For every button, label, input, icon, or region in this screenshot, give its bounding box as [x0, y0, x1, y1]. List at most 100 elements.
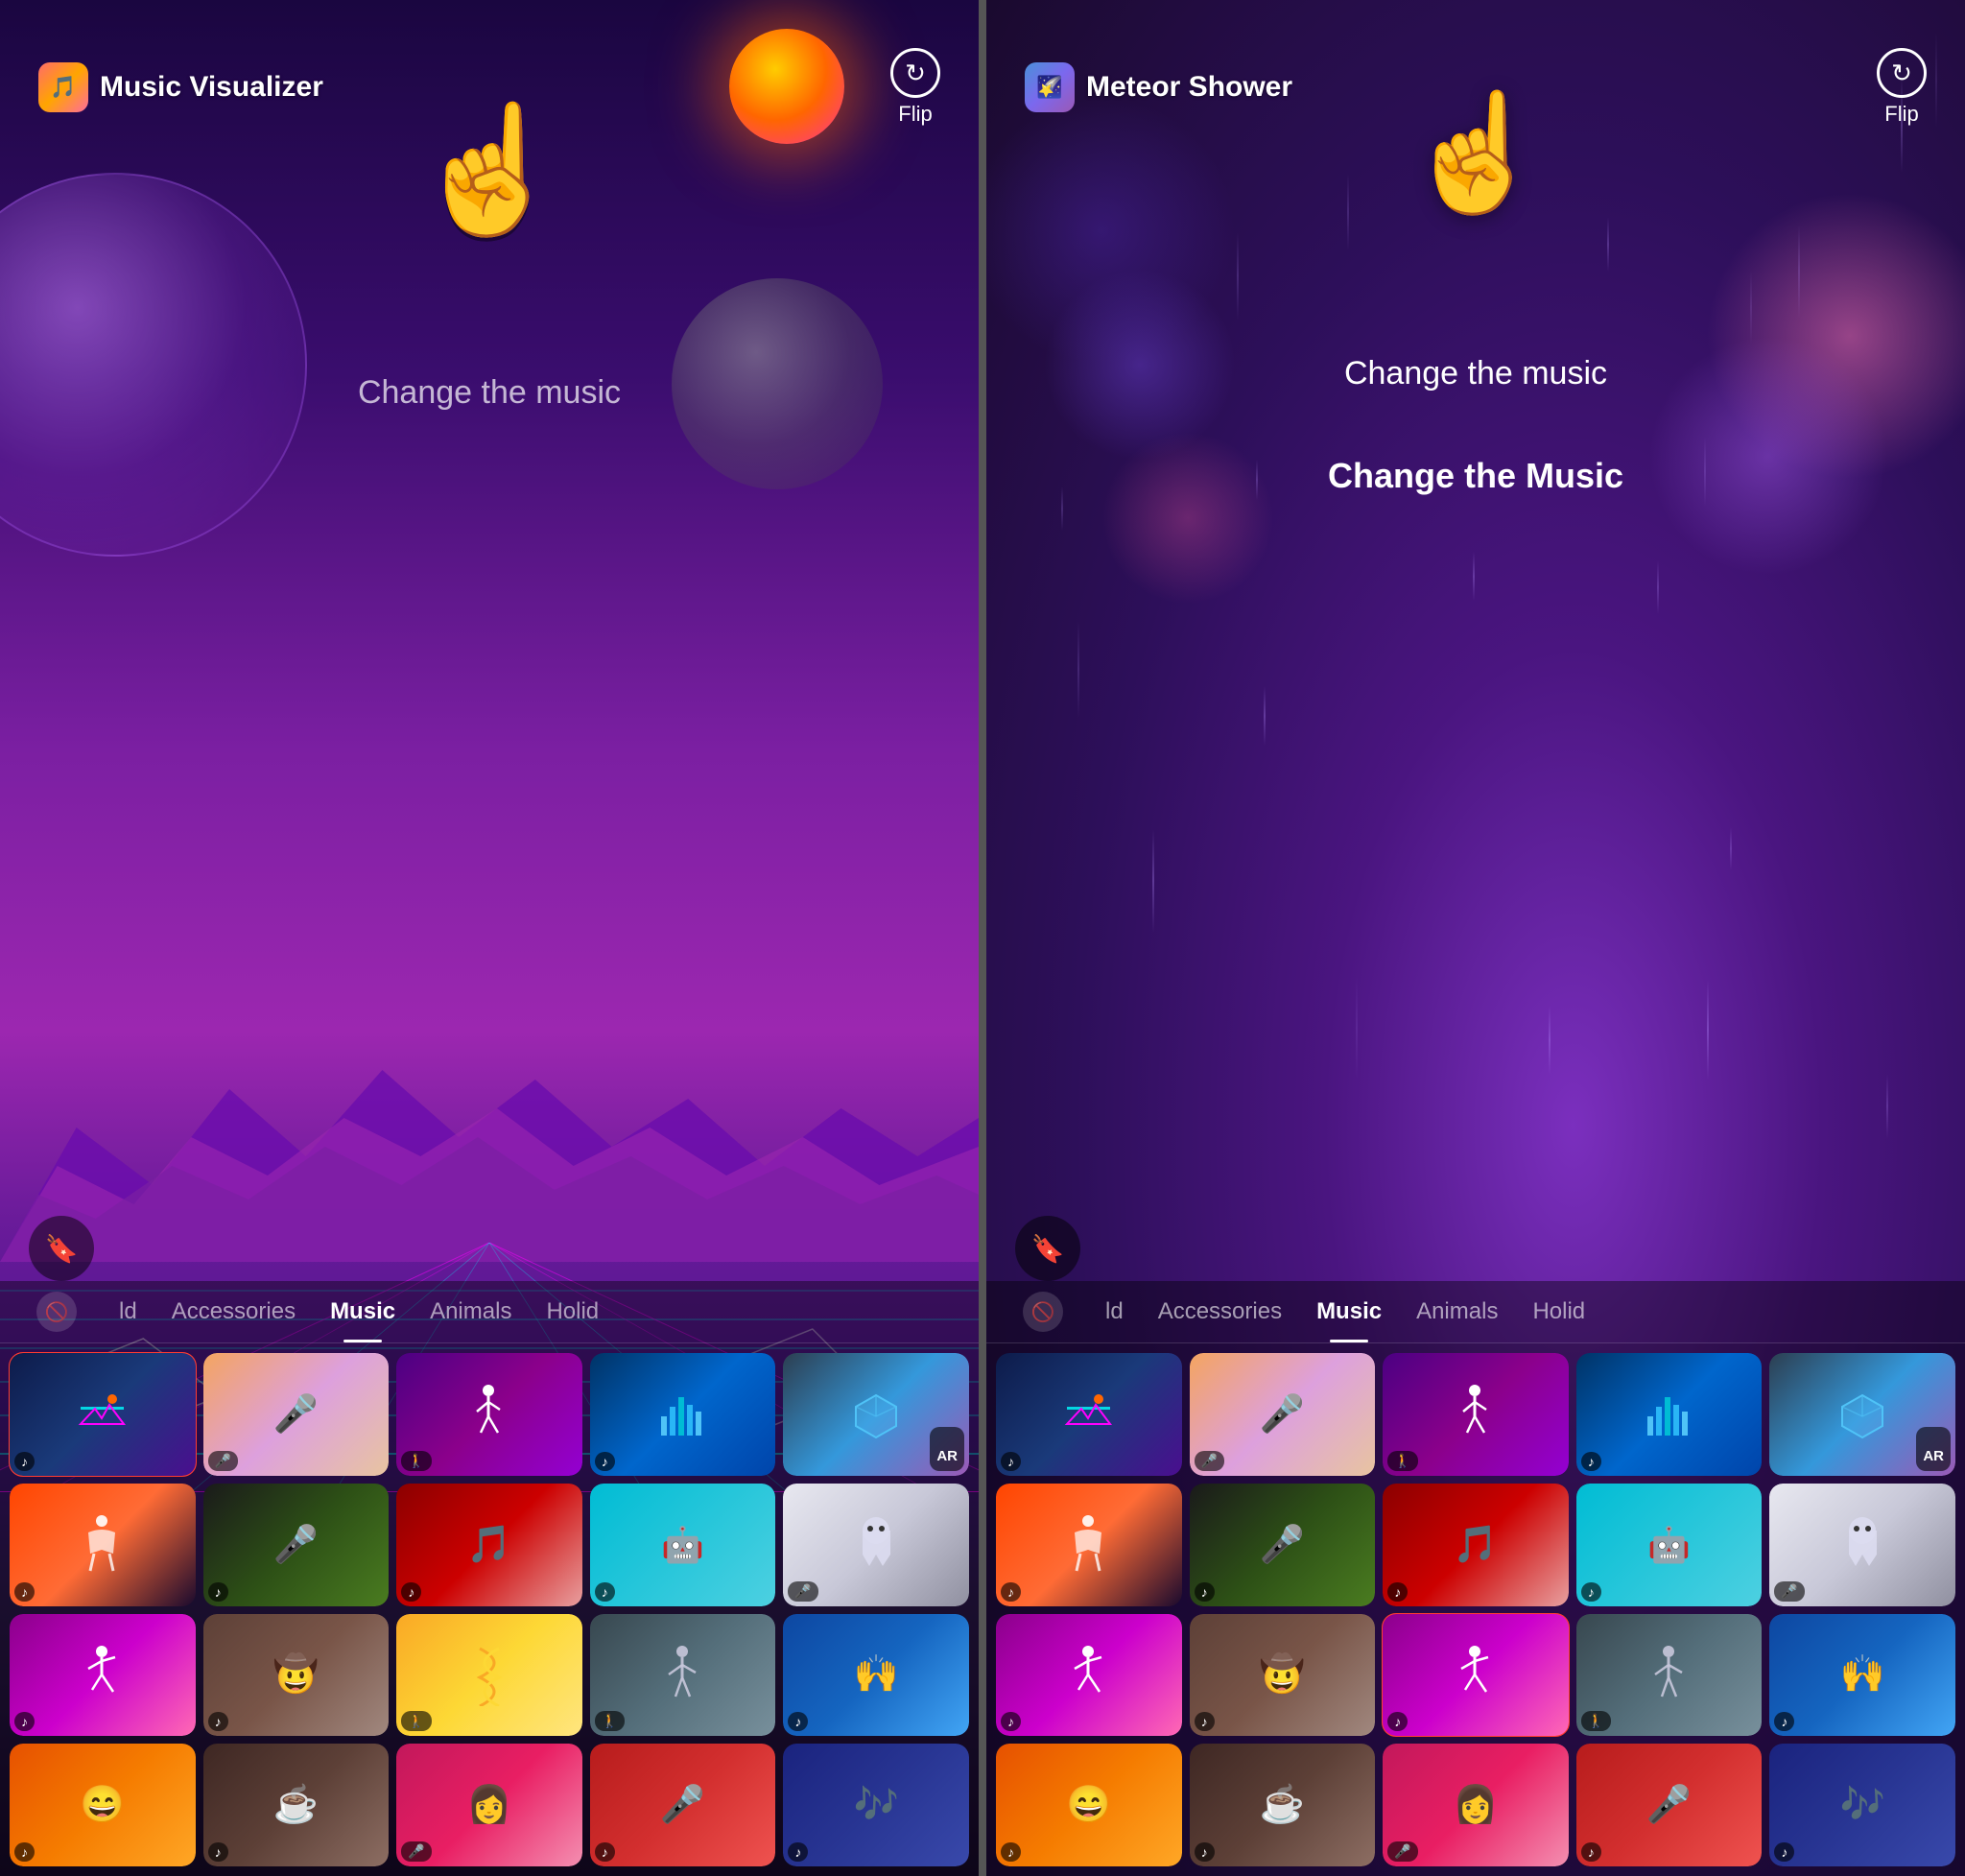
filter-item-meteor[interactable]: ♪ — [1383, 1614, 1569, 1737]
filter-item-vocal[interactable]: 🎤🎤 — [1190, 1353, 1376, 1476]
right-tab-world[interactable]: ld — [1088, 1281, 1141, 1342]
filter-thumb-cube: AR — [1769, 1353, 1955, 1476]
left-tab-music[interactable]: Music — [313, 1281, 413, 1342]
left-change-music: Change the music — [0, 374, 979, 412]
filter-badge-colormic: ♪ — [208, 1582, 228, 1602]
filter-item-musicnote[interactable]: 🎵♪ — [1383, 1484, 1569, 1606]
filter-item-dancer3[interactable]: 🚶 — [590, 1614, 776, 1737]
right-tab-accessories[interactable]: Accessories — [1141, 1281, 1299, 1342]
filter-badge-cowboy: ♪ — [208, 1712, 228, 1731]
filter-thumb-beats: ♪ — [1576, 1353, 1763, 1476]
filter-thumb-dancer3: 🚶 — [1576, 1614, 1763, 1737]
filter-item-colormic[interactable]: 🎤♪ — [203, 1484, 390, 1606]
filter-badge-dancing2: ♪ — [14, 1712, 35, 1731]
filter-item-reggaeton[interactable]: 🎤♪ — [590, 1744, 776, 1866]
filter-item-colormic[interactable]: 🎤♪ — [1190, 1484, 1376, 1606]
filter-item-silhouette[interactable]: ♪ — [10, 1484, 196, 1606]
right-filter-grid: ♪🎤🎤🚶♪AR♪🎤♪🎵♪🤖♪🎤♪🤠♪♪🚶🙌♪😄♪☕♪👩🎤🎤♪🎶♪ — [986, 1343, 1965, 1876]
right-tab-accessories-label: Accessories — [1158, 1298, 1282, 1325]
filter-item-mystery[interactable]: 🎶♪ — [1769, 1744, 1955, 1866]
filter-thumb-emojis: 😄♪ — [996, 1744, 1182, 1866]
filter-item-coffee[interactable]: ☕♪ — [1190, 1744, 1376, 1866]
right-change-music: Change the music — [986, 355, 1965, 392]
left-tab-accessories[interactable]: Accessories — [154, 1281, 313, 1342]
filter-item-pinkgirl[interactable]: 👩🎤 — [396, 1744, 582, 1866]
left-flip-icon: ↻ — [890, 48, 940, 98]
filter-item-dancing2[interactable]: ♪ — [996, 1614, 1182, 1737]
filter-item-coffee[interactable]: ☕♪ — [203, 1744, 390, 1866]
filter-item-mystery[interactable]: 🎶♪ — [783, 1744, 969, 1866]
filter-item-dancing2[interactable]: ♪ — [10, 1614, 196, 1737]
filter-thumb-vocal: 🎤🎤 — [1190, 1353, 1376, 1476]
filter-item-ghost[interactable]: 🎤 — [1769, 1484, 1955, 1606]
left-tab-holidays-label: Holid — [546, 1298, 599, 1325]
left-tab-holidays[interactable]: Holid — [529, 1281, 616, 1342]
filter-item-synthwave[interactable]: ♪ — [996, 1353, 1182, 1476]
right-tab-no-filter[interactable]: 🚫 — [1006, 1281, 1088, 1342]
filter-thumb-ghost: 🎤 — [1769, 1484, 1955, 1606]
left-tab-animals-label: Animals — [430, 1298, 511, 1325]
filter-item-cube[interactable]: AR — [1769, 1353, 1955, 1476]
filter-item-emojis[interactable]: 😄♪ — [996, 1744, 1182, 1866]
filter-item-emojis[interactable]: 😄♪ — [10, 1744, 196, 1866]
filter-item-beats[interactable]: ♪ — [590, 1353, 776, 1476]
filter-thumb-dancing2: ♪ — [996, 1614, 1182, 1737]
filter-thumb-meteor: ♪ — [1383, 1614, 1569, 1737]
filter-item-cowboy[interactable]: 🤠♪ — [203, 1614, 390, 1737]
filter-badge-robot: ♪ — [1581, 1582, 1601, 1602]
left-tab-music-label: Music — [330, 1298, 395, 1325]
filter-item-silhouette[interactable]: ♪ — [996, 1484, 1182, 1606]
filter-item-beats[interactable]: ♪ — [1576, 1353, 1763, 1476]
filter-item-dance[interactable]: 🚶 — [1383, 1353, 1569, 1476]
right-tab-animals[interactable]: Animals — [1399, 1281, 1515, 1342]
filter-item-pinkgirl[interactable]: 👩🎤 — [1383, 1744, 1569, 1866]
right-header: 🌠 Meteor Shower ↻ Flip — [986, 0, 1965, 146]
filter-item-dancer3[interactable]: 🚶 — [1576, 1614, 1763, 1737]
left-tab-no-filter[interactable]: 🚫 — [19, 1281, 102, 1342]
filter-item-cowboy[interactable]: 🤠♪ — [1190, 1614, 1376, 1737]
filter-item-vocal[interactable]: 🎤🎤 — [203, 1353, 390, 1476]
filter-thumb-reggaeton: 🎤♪ — [1576, 1744, 1763, 1866]
filter-item-robot[interactable]: 🤖♪ — [1576, 1484, 1763, 1606]
filter-item-cube[interactable]: AR — [783, 1353, 969, 1476]
left-bookmark-button[interactable]: 🔖 — [29, 1216, 94, 1281]
filter-item-reggaeton[interactable]: 🎤♪ — [1576, 1744, 1763, 1866]
right-tab-world-label: ld — [1105, 1298, 1124, 1325]
filter-thumb-synthwave: ♪ — [10, 1353, 196, 1476]
filter-item-dna[interactable]: 🚶 — [396, 1614, 582, 1737]
filter-badge-mystery: ♪ — [1774, 1842, 1794, 1862]
filter-badge-robot: ♪ — [595, 1582, 615, 1602]
left-category-tabs: 🚫 ld Accessories Music Animals Holid — [0, 1281, 979, 1343]
left-tab-animals[interactable]: Animals — [413, 1281, 529, 1342]
right-bookmark-button[interactable]: 🔖 — [1015, 1216, 1080, 1281]
filter-item-concert[interactable]: 🙌♪ — [783, 1614, 969, 1737]
left-flip-button[interactable]: ↻ Flip — [890, 48, 940, 127]
filter-item-ghost[interactable]: 🎤 — [783, 1484, 969, 1606]
filter-item-synthwave[interactable]: ♪ — [10, 1353, 196, 1476]
filter-thumb-colormic: 🎤♪ — [203, 1484, 390, 1606]
filter-item-dance[interactable]: 🚶 — [396, 1353, 582, 1476]
filter-thumb-concert: 🙌♪ — [783, 1614, 969, 1737]
right-tab-no-filter-icon: 🚫 — [1023, 1292, 1063, 1332]
filter-badge-coffee: ♪ — [208, 1842, 228, 1862]
right-tab-music[interactable]: Music — [1299, 1281, 1399, 1342]
right-tab-holidays[interactable]: Holid — [1515, 1281, 1602, 1342]
filter-badge-synthwave: ♪ — [1001, 1452, 1021, 1471]
filter-item-musicnote[interactable]: 🎵♪ — [396, 1484, 582, 1606]
filter-thumb-musicnote: 🎵♪ — [1383, 1484, 1569, 1606]
right-flip-button[interactable]: ↻ Flip — [1877, 48, 1927, 127]
right-tab-animals-label: Animals — [1416, 1298, 1498, 1325]
right-app-title-text: Meteor Shower — [1086, 71, 1292, 104]
filter-thumb-pinkgirl: 👩🎤 — [1383, 1744, 1569, 1866]
filter-thumb-dance: 🚶 — [1383, 1353, 1569, 1476]
filter-thumb-mystery: 🎶♪ — [1769, 1744, 1955, 1866]
filter-thumb-vocal: 🎤🎤 — [203, 1353, 390, 1476]
filter-thumb-mystery: 🎶♪ — [783, 1744, 969, 1866]
filter-item-robot[interactable]: 🤖♪ — [590, 1484, 776, 1606]
filter-item-concert[interactable]: 🙌♪ — [1769, 1614, 1955, 1737]
filter-badge-coffee: ♪ — [1195, 1842, 1215, 1862]
filter-thumb-silhouette: ♪ — [996, 1484, 1182, 1606]
left-tab-world[interactable]: ld — [102, 1281, 154, 1342]
left-app-title: 🎵 Music Visualizer — [38, 62, 323, 112]
filter-badge-emojis: ♪ — [1001, 1842, 1021, 1862]
